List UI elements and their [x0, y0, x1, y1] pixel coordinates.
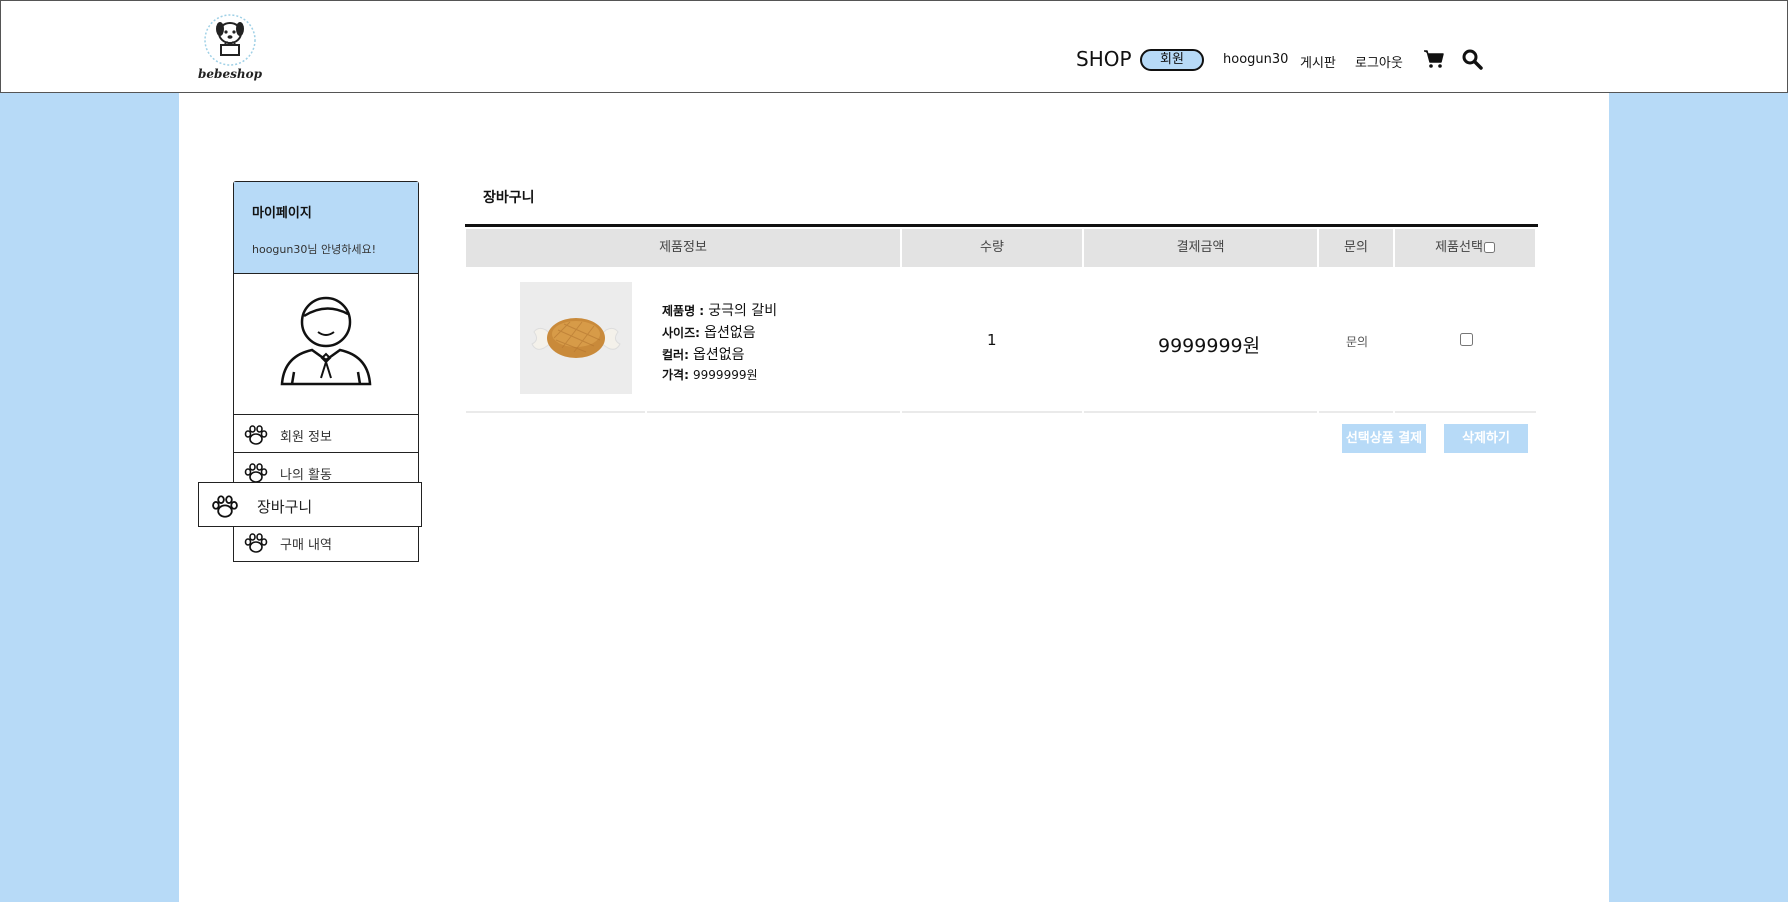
inquiry-link[interactable]: 문의 [1346, 333, 1368, 350]
sidebar-greeting: hoogun30님 안녕하세요! [252, 243, 376, 256]
nav-username[interactable]: hoogun30 [1223, 52, 1288, 67]
product-size: 사이즈: 옵션없음 [662, 322, 756, 342]
logo[interactable]: bebeshop [196, 11, 264, 87]
paw-icon [244, 425, 268, 445]
column-header: 제품정보 [466, 229, 900, 267]
pay-selected-button[interactable]: 선택상품 결제 [1342, 424, 1426, 453]
sidebar-item-member-info[interactable]: 회원 정보 [234, 415, 418, 453]
product-price: 가격: 9999999원 [662, 366, 758, 383]
sidebar-title: 마이페이지 [252, 206, 312, 221]
row-divider [1319, 411, 1393, 413]
row-select-checkbox[interactable] [1460, 333, 1473, 346]
nav-shop[interactable]: SHOP [1076, 47, 1132, 71]
sidebar-item-label: 구매 내역 [280, 538, 332, 553]
title-divider [465, 224, 1538, 227]
quantity-value: 1 [987, 331, 997, 349]
dog-cat-logo-icon [204, 14, 256, 66]
table-header: 제품정보 수량 결제금액 문의 제품선택 [466, 229, 1535, 267]
column-header-select: 제품선택 [1395, 229, 1535, 267]
sidebar-item-label: 회원 정보 [280, 430, 332, 445]
row-divider [1084, 411, 1317, 413]
product-name-label: 제품명 : [662, 304, 705, 318]
product-name: 제품명 : 궁극의 갈비 [662, 300, 777, 320]
column-header: 제품선택 [1435, 240, 1483, 255]
row-divider [466, 411, 645, 413]
total-price: 9999999원 [1158, 335, 1261, 357]
paw-icon [244, 533, 268, 553]
product-price-label: 가격: [662, 368, 689, 382]
product-size-value: 옵션없음 [704, 325, 756, 341]
nav-board[interactable]: 게시판 [1300, 52, 1336, 71]
row-divider [902, 411, 1082, 413]
sidebar-item-orders[interactable]: 구매 내역 [234, 523, 418, 561]
product-color-label: 컬러: [662, 348, 689, 362]
sidebar-header: 마이페이지 hoogun30님 안녕하세요! [234, 182, 418, 274]
top-header: bebeshop SHOP 회원 hoogun30 게시판 로그아웃 [0, 0, 1788, 93]
sidebar-item-cart[interactable]: 장바구니 [198, 482, 422, 527]
page-title: 장바구니 [483, 190, 535, 206]
chew-toy-image [520, 282, 632, 394]
product-price-value: 9999999원 [693, 368, 758, 382]
product-image[interactable] [520, 282, 632, 394]
cart-icon[interactable] [1423, 48, 1445, 70]
search-icon[interactable] [1461, 48, 1483, 70]
product-size-label: 사이즈: [662, 326, 700, 340]
delete-button[interactable]: 삭제하기 [1444, 424, 1528, 453]
avatar [234, 274, 418, 415]
column-header: 결제금액 [1084, 229, 1317, 267]
select-all-checkbox[interactable] [1483, 242, 1495, 253]
logo-text: bebeshop [198, 67, 262, 81]
nav-member-button[interactable]: 회원 [1140, 49, 1204, 71]
nav-logout[interactable]: 로그아웃 [1355, 52, 1403, 71]
paw-icon [212, 495, 238, 518]
sidebar-item-label: 나의 활동 [280, 468, 332, 483]
row-divider [1395, 411, 1536, 413]
product-name-value: 궁극의 갈비 [708, 303, 778, 319]
product-color-value: 옵션없음 [693, 347, 745, 363]
column-header: 수량 [902, 229, 1082, 267]
column-header: 문의 [1319, 229, 1393, 267]
user-avatar-icon [280, 296, 372, 386]
paw-icon [244, 463, 268, 483]
product-color: 컬러: 옵션없음 [662, 344, 745, 364]
sidebar-item-label: 장바구니 [257, 498, 313, 516]
row-divider [647, 411, 900, 413]
